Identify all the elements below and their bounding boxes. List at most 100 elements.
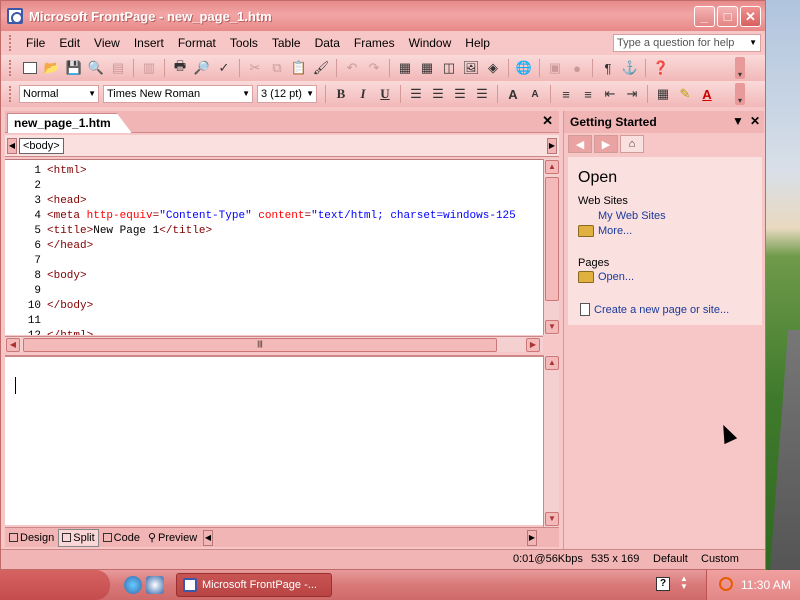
highlight-icon[interactable]: ✎ bbox=[675, 84, 695, 104]
scroll-down-icon[interactable]: ▼ bbox=[545, 320, 559, 334]
menu-help[interactable]: Help bbox=[458, 32, 497, 54]
code-line[interactable]: 8 <body> bbox=[5, 269, 86, 284]
align-right-icon[interactable]: ☰ bbox=[450, 84, 470, 104]
web-component-icon[interactable]: ▦ bbox=[395, 58, 415, 78]
menu-format[interactable]: Format bbox=[171, 32, 223, 54]
menu-frames[interactable]: Frames bbox=[347, 32, 402, 54]
menu-window[interactable]: Window bbox=[402, 32, 459, 54]
chevron-down-icon[interactable]: ▼ bbox=[242, 86, 250, 102]
code-line[interactable]: 11 bbox=[5, 314, 41, 329]
help-dropdown-icon[interactable]: ▼ bbox=[749, 35, 757, 51]
menu-tools[interactable]: Tools bbox=[223, 32, 265, 54]
task-pane-menu-icon[interactable]: ▼ bbox=[732, 114, 744, 128]
title-bar[interactable]: Microsoft FrontPage - new_page_1.htm _ □… bbox=[1, 1, 765, 31]
format-painter-icon[interactable]: 🖌 bbox=[311, 58, 331, 78]
scroll-thumb[interactable] bbox=[545, 177, 559, 301]
code-line[interactable]: 2 bbox=[5, 179, 41, 194]
hyperlink-icon[interactable]: 🌐 bbox=[514, 58, 534, 78]
menu-file[interactable]: File bbox=[19, 32, 52, 54]
create-new-link[interactable]: Create a new page or site... bbox=[580, 303, 729, 316]
menu-data[interactable]: Data bbox=[308, 32, 347, 54]
code-horizontal-scrollbar[interactable]: ◀ ||| ▶ bbox=[5, 336, 543, 352]
code-pane[interactable]: 1 <html> 2 3 <head> 4 <meta http-equiv="Conten… bbox=[5, 159, 543, 335]
decrease-font-icon[interactable]: A bbox=[525, 84, 545, 104]
align-center-icon[interactable]: ☰ bbox=[428, 84, 448, 104]
code-line[interactable]: 12 </html> bbox=[5, 329, 93, 335]
decrease-indent-icon[interactable]: ⇤ bbox=[600, 84, 620, 104]
home-icon[interactable]: ⌂ bbox=[620, 135, 644, 153]
spelling-icon[interactable]: ✓ bbox=[214, 58, 234, 78]
code-vertical-scrollbar[interactable]: ▲ ▼ bbox=[543, 159, 559, 335]
search-icon[interactable] bbox=[719, 577, 733, 591]
open-folder-icon[interactable]: 📂 bbox=[42, 58, 62, 78]
save-icon[interactable]: 💾 bbox=[64, 58, 84, 78]
insert-layer-icon[interactable]: ◫ bbox=[439, 58, 459, 78]
refresh-icon[interactable]: ▣ bbox=[545, 58, 565, 78]
toggle-pane-icon[interactable]: ▥ bbox=[139, 58, 159, 78]
view-scroll-right-icon[interactable]: ▶ bbox=[527, 530, 537, 546]
undo-icon[interactable]: ↶ bbox=[342, 58, 362, 78]
frontpage-app-icon[interactable] bbox=[7, 8, 23, 24]
menu-edit[interactable]: Edit bbox=[52, 32, 87, 54]
taskbar-frontpage-button[interactable]: Microsoft FrontPage -... bbox=[176, 573, 332, 597]
start-button[interactable] bbox=[0, 570, 110, 600]
menu-table[interactable]: Table bbox=[265, 32, 308, 54]
style-select[interactable]: Normal ▼ bbox=[19, 85, 99, 103]
redo-icon[interactable]: ↷ bbox=[364, 58, 384, 78]
show-all-icon[interactable]: ¶ bbox=[598, 58, 618, 78]
design-vertical-scrollbar[interactable]: ▲ ▼ bbox=[543, 355, 559, 527]
italic-button[interactable]: I bbox=[353, 84, 373, 104]
new-page-icon[interactable] bbox=[20, 58, 40, 78]
anchor-icon[interactable]: ⚓ bbox=[620, 58, 640, 78]
code-line[interactable]: 9 bbox=[5, 284, 41, 299]
toolbar-options-icon[interactable]: ▾ bbox=[735, 57, 745, 79]
help-question-box[interactable]: Type a question for help ▼ bbox=[613, 34, 761, 52]
insert-table-icon[interactable]: ▦ bbox=[417, 58, 437, 78]
scroll-up-icon[interactable]: ▲ bbox=[545, 160, 559, 174]
insert-picture-icon[interactable]: 🖼 bbox=[461, 58, 481, 78]
help-icon[interactable]: ❓ bbox=[651, 58, 671, 78]
toolbar-grip[interactable] bbox=[9, 86, 13, 102]
code-line[interactable]: 3 <head> bbox=[5, 194, 86, 209]
menu-view[interactable]: View bbox=[87, 32, 127, 54]
minimize-button[interactable]: _ bbox=[694, 6, 715, 27]
font-select[interactable]: Times New Roman ▼ bbox=[103, 85, 253, 103]
close-document-icon[interactable]: ✕ bbox=[542, 113, 553, 129]
code-line[interactable]: 1 <html> bbox=[5, 164, 86, 179]
numbering-icon[interactable]: ≡ bbox=[556, 84, 576, 104]
align-left-icon[interactable]: ☰ bbox=[406, 84, 426, 104]
code-line[interactable]: 5 <title>New Page 1</title> bbox=[5, 224, 212, 239]
increase-font-icon[interactable]: A bbox=[503, 84, 523, 104]
scroll-left-icon[interactable]: ◀ bbox=[6, 338, 20, 352]
maximize-button[interactable]: □ bbox=[717, 6, 738, 27]
chevron-down-icon[interactable]: ▼ bbox=[88, 86, 96, 102]
open-page-link[interactable]: Open... bbox=[578, 271, 634, 283]
horizontal-scroll-thumb[interactable]: ||| bbox=[23, 338, 497, 352]
font-color-icon[interactable]: A bbox=[697, 84, 717, 104]
view-split-button[interactable]: Split bbox=[58, 528, 99, 547]
view-code-button[interactable]: Code bbox=[99, 529, 144, 547]
find-icon[interactable]: 🔍 bbox=[86, 58, 106, 78]
borders-icon[interactable]: ▦ bbox=[653, 84, 673, 104]
chevron-down-icon[interactable]: ▼ bbox=[306, 86, 314, 102]
quicklaunch-icon[interactable] bbox=[146, 576, 164, 594]
stop-icon[interactable]: ● bbox=[567, 58, 587, 78]
forward-icon[interactable]: ▶ bbox=[594, 135, 618, 153]
preview-browser-icon[interactable]: 🔎 bbox=[192, 58, 212, 78]
tag-right-arrow-icon[interactable]: ▶ bbox=[547, 138, 557, 154]
tag-left-arrow-icon[interactable]: ◀ bbox=[7, 138, 17, 154]
cut-icon[interactable]: ✂ bbox=[245, 58, 265, 78]
underline-button[interactable]: U bbox=[375, 84, 395, 104]
view-preview-button[interactable]: ⚲ Preview bbox=[144, 529, 201, 547]
code-line[interactable]: 7 bbox=[5, 254, 41, 269]
design-pane[interactable] bbox=[5, 355, 543, 525]
scroll-right-icon[interactable]: ▶ bbox=[526, 338, 540, 352]
tray-help-icon[interactable]: ? bbox=[656, 577, 670, 591]
task-pane-close-icon[interactable]: ✕ bbox=[750, 114, 760, 128]
increase-indent-icon[interactable]: ⇥ bbox=[622, 84, 642, 104]
view-design-button[interactable]: Design bbox=[5, 529, 58, 547]
internet-explorer-icon[interactable] bbox=[124, 576, 142, 594]
my-web-sites-link[interactable]: My Web Sites bbox=[598, 210, 666, 222]
menu-insert[interactable]: Insert bbox=[127, 32, 171, 54]
more-sites-link[interactable]: More... bbox=[578, 225, 632, 237]
